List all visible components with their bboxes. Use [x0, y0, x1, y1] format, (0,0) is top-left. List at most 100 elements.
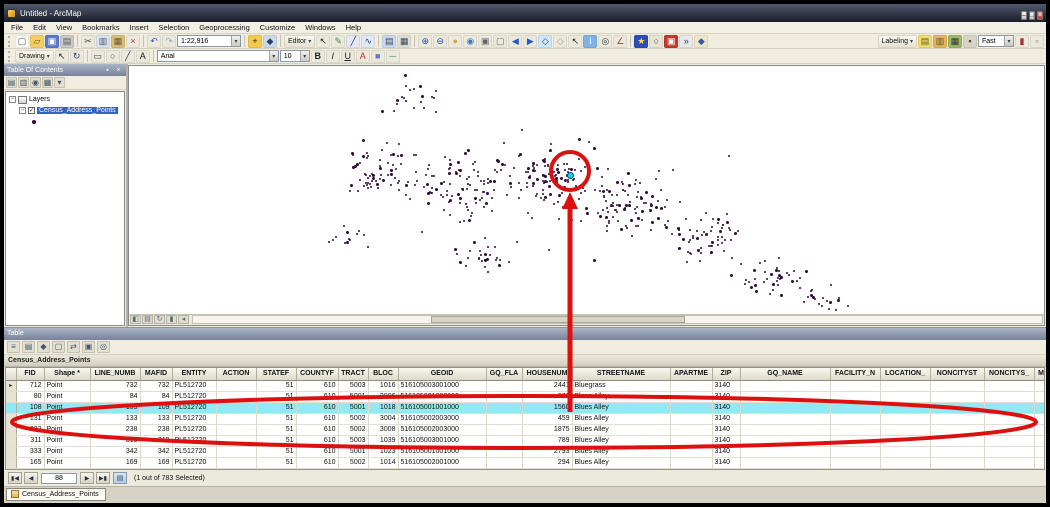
search-window-icon[interactable]: ○: [649, 35, 663, 48]
lock-labels-icon[interactable]: ▪: [963, 35, 977, 48]
drawing-menu[interactable]: Drawing▾: [15, 50, 54, 63]
close-button[interactable]: ×: [1037, 11, 1043, 20]
list-by-selection-icon[interactable]: ▦: [42, 77, 53, 88]
copy-icon[interactable]: ▥: [96, 35, 110, 48]
previous-record-button[interactable]: ◀: [24, 472, 38, 484]
menu-geoprocessing[interactable]: Geoprocessing: [194, 23, 254, 32]
full-extent-icon[interactable]: ◉: [463, 35, 477, 48]
menu-selection[interactable]: Selection: [153, 23, 194, 32]
model-builder-icon[interactable]: ◆: [694, 35, 708, 48]
pan-icon[interactable]: ●: [448, 35, 462, 48]
clear-selection-icon[interactable]: ◇: [553, 35, 567, 48]
attributes-icon[interactable]: ▤: [382, 35, 396, 48]
menu-windows[interactable]: Windows: [300, 23, 340, 32]
row-selector-cell[interactable]: [6, 447, 16, 458]
menu-customize[interactable]: Customize: [255, 23, 300, 32]
list-by-visibility-icon[interactable]: ◉: [30, 77, 41, 88]
clear-selection-icon[interactable]: ▢: [52, 341, 65, 353]
layout-view-button[interactable]: ▤: [142, 315, 153, 324]
chevron-down-icon[interactable]: ▾: [269, 51, 278, 61]
maximize-button[interactable]: □: [1029, 11, 1035, 20]
italic-button[interactable]: I: [326, 50, 340, 63]
menu-view[interactable]: View: [51, 23, 77, 32]
chevron-down-icon[interactable]: ▾: [1004, 36, 1013, 46]
column-header-facility-n[interactable]: FACILITY_N: [830, 368, 880, 381]
tab-census-address-points[interactable]: Census_Address_Points: [6, 488, 106, 501]
edit-sketch-icon[interactable]: ✎: [331, 35, 345, 48]
table-row[interactable]: 232Point238238PL512720516105002300851610…: [6, 425, 1045, 436]
expander-icon[interactable]: [19, 107, 26, 114]
column-header-gq-name[interactable]: GQ_NAME: [740, 368, 830, 381]
select-elements-icon[interactable]: ↖: [55, 50, 69, 63]
column-header-line-numb[interactable]: LINE_NUMB: [90, 368, 140, 381]
save-icon[interactable]: ▣: [45, 35, 59, 48]
open-folder-icon[interactable]: ▱: [30, 35, 44, 48]
toc-options-icon[interactable]: ▾: [54, 77, 65, 88]
column-header-bloc[interactable]: BLOC: [368, 368, 398, 381]
view-unplaced-labels-icon[interactable]: ▫: [1030, 35, 1044, 48]
find-icon[interactable]: ◎: [598, 35, 612, 48]
column-header-geoid[interactable]: GEOID: [398, 368, 486, 381]
layer-checkbox[interactable]: [28, 107, 35, 114]
select-features-icon[interactable]: ◇: [538, 35, 552, 48]
bold-button[interactable]: B: [311, 50, 325, 63]
row-selector-cell[interactable]: [6, 414, 16, 425]
font-combo[interactable]: Arial▾: [157, 50, 279, 62]
row-selector-cell[interactable]: ▸: [6, 381, 16, 392]
cut-icon[interactable]: ✂: [81, 35, 95, 48]
list-by-drawing-order-icon[interactable]: ▤: [6, 77, 17, 88]
table-row[interactable]: 131Point133133PL512720516105002300451610…: [6, 414, 1045, 425]
table-row[interactable]: 108Point109109PL512720516105001101851610…: [6, 403, 1045, 414]
catalog-window-icon[interactable]: ★: [634, 35, 648, 48]
last-record-button[interactable]: ▶▮: [96, 472, 110, 484]
column-header-statef[interactable]: STATEF: [256, 368, 296, 381]
menu-insert[interactable]: Insert: [125, 23, 154, 32]
row-selector-cell[interactable]: [6, 425, 16, 436]
column-header-housenum[interactable]: HOUSENUM: [522, 368, 572, 381]
add-basemap-icon[interactable]: ◆: [263, 35, 277, 48]
column-header-streetname[interactable]: STREETNAME: [572, 368, 670, 381]
menu-edit[interactable]: Edit: [28, 23, 51, 32]
column-header-gq-fla[interactable]: GQ_FLA: [486, 368, 522, 381]
zoom-in-icon[interactable]: ⊕: [418, 35, 432, 48]
switch-selection-icon[interactable]: ⇄: [67, 341, 80, 353]
row-selector-cell[interactable]: [6, 403, 16, 414]
menu-bookmarks[interactable]: Bookmarks: [77, 23, 125, 32]
toolbar-grip[interactable]: [8, 36, 12, 47]
zoom-to-selected-icon[interactable]: ◎: [97, 341, 110, 353]
column-header-countyf[interactable]: COUNTYF: [296, 368, 338, 381]
show-selected-records-icon[interactable]: ▤: [113, 472, 127, 484]
table-row[interactable]: 165Point169169PL512720516105002101451610…: [6, 458, 1045, 469]
row-selector-cell[interactable]: [6, 458, 16, 469]
current-record-input[interactable]: 88: [41, 473, 77, 484]
column-header-mafid[interactable]: MAFID: [140, 368, 172, 381]
data-view-button[interactable]: ◧: [130, 315, 141, 324]
first-record-button[interactable]: ▮◀: [8, 472, 22, 484]
add-data-icon[interactable]: +: [248, 35, 262, 48]
label-engine-combo[interactable]: Fast▾: [978, 35, 1014, 47]
map-scale-combo[interactable]: 1:22,916▾: [177, 35, 241, 47]
layer-label[interactable]: Census_Address_Points: [37, 107, 118, 114]
column-header-fid[interactable]: FID: [16, 368, 44, 381]
pause-labeling-icon[interactable]: ▮: [1015, 35, 1029, 48]
table-row[interactable]: 80Point8484PL512720516105001200651610500…: [6, 392, 1045, 403]
next-record-button[interactable]: ▶: [80, 472, 94, 484]
column-header-apartme[interactable]: APARTME: [670, 368, 712, 381]
column-header-noncityst[interactable]: NONCITYST: [930, 368, 984, 381]
circle-tool-icon[interactable]: ○: [106, 50, 120, 63]
table-options-icon[interactable]: ≡: [7, 341, 20, 353]
toc-pin-icon[interactable]: ▪: [103, 67, 112, 74]
trace-tool-icon[interactable]: ∿: [361, 35, 375, 48]
zoom-out-icon[interactable]: ⊖: [433, 35, 447, 48]
redo-icon[interactable]: ↷: [162, 35, 176, 48]
column-header-action[interactable]: ACTION: [216, 368, 256, 381]
identify-icon[interactable]: i: [583, 35, 597, 48]
selected-address-point[interactable]: [568, 173, 573, 178]
sketch-properties-icon[interactable]: ▦: [397, 35, 411, 48]
table-row[interactable]: 333Point342342PL512720516105001102351610…: [6, 447, 1045, 458]
font-size-combo[interactable]: 10▾: [280, 50, 310, 62]
delete-icon[interactable]: ×: [126, 35, 140, 48]
select-all-icon[interactable]: ▣: [82, 341, 95, 353]
undo-icon[interactable]: ↶: [147, 35, 161, 48]
toolbar-grip[interactable]: [8, 51, 12, 62]
